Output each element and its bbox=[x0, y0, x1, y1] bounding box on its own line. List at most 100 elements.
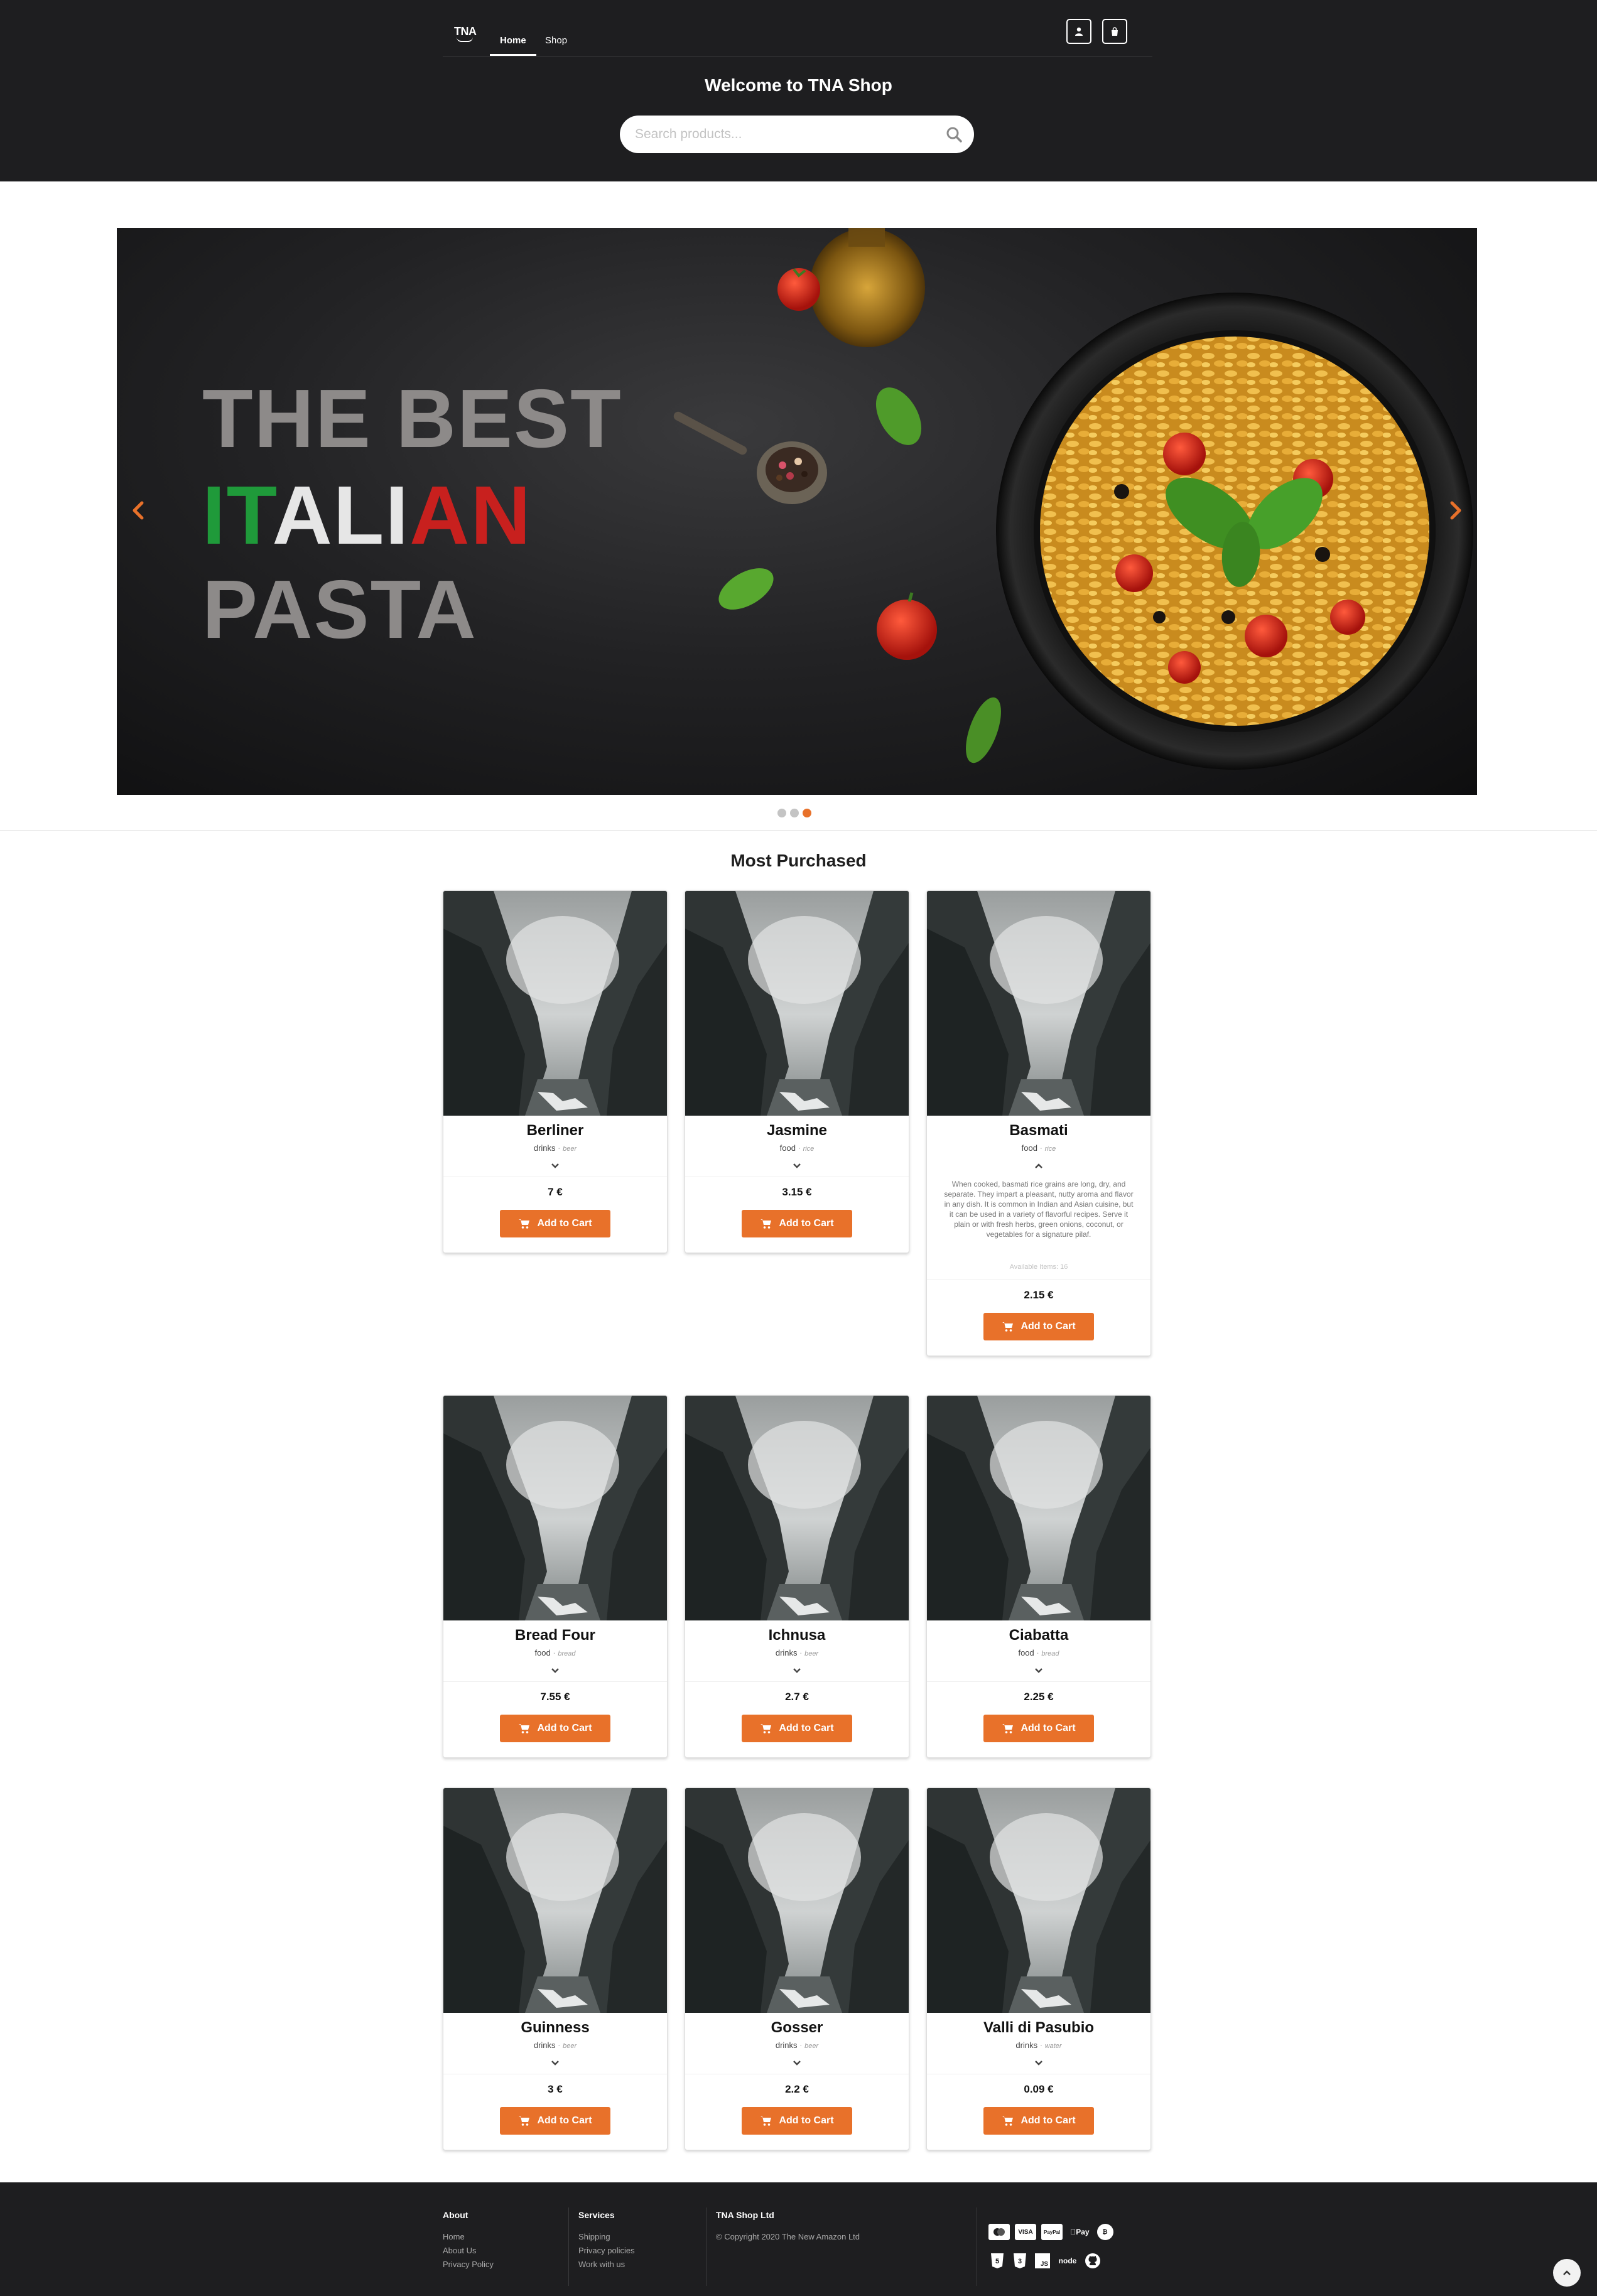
product-category: drinks · beer bbox=[533, 2040, 577, 2050]
carousel-prev-arrow-icon[interactable] bbox=[129, 498, 148, 523]
product-image[interactable] bbox=[927, 1396, 1151, 1620]
product-name[interactable]: Bread Four bbox=[443, 1627, 667, 1644]
product-name[interactable]: Valli di Pasubio bbox=[927, 2019, 1150, 2037]
cart-button[interactable] bbox=[1102, 19, 1127, 44]
chevron-down-icon[interactable] bbox=[1032, 1666, 1045, 1675]
search-input[interactable] bbox=[635, 123, 930, 146]
product-image[interactable] bbox=[685, 1788, 909, 2013]
payment-methods: VISA PayPal Pay ₿ bbox=[988, 2224, 1113, 2240]
product-category: drinks · beer bbox=[775, 1648, 819, 1657]
product-card: Jasmine food · rice 3.15 € Add to Cart bbox=[685, 890, 909, 1253]
product-name[interactable]: Gosser bbox=[685, 2019, 909, 2037]
cart-icon bbox=[519, 2116, 530, 2126]
footer-link-work-with-us[interactable]: Work with us bbox=[578, 2258, 635, 2272]
product-name[interactable]: Ciabatta bbox=[927, 1627, 1150, 1644]
add-to-cart-button[interactable]: Add to Cart bbox=[983, 1715, 1094, 1742]
product-category: food · bread bbox=[534, 1648, 576, 1657]
carousel-dot-2[interactable] bbox=[790, 809, 799, 817]
apple-pay-icon: Pay bbox=[1070, 2228, 1089, 2236]
scroll-to-top-button[interactable] bbox=[1553, 2259, 1581, 2287]
footer-divider bbox=[568, 2207, 569, 2286]
footer-services: Services Shipping Privacy policies Work … bbox=[578, 2210, 635, 2272]
add-to-cart-button[interactable]: Add to Cart bbox=[500, 1210, 610, 1237]
footer-link-privacy-policies[interactable]: Privacy policies bbox=[578, 2244, 635, 2258]
product-image[interactable] bbox=[927, 891, 1151, 1116]
available-items: Available Items: 16 bbox=[1009, 1263, 1068, 1271]
logo[interactable]: TNA bbox=[454, 25, 477, 42]
carousel-dot-1[interactable] bbox=[777, 809, 786, 817]
product-card: Berliner drinks · beer 7 € Add to Cart bbox=[443, 890, 668, 1253]
search-icon[interactable] bbox=[945, 126, 963, 143]
product-name[interactable]: Ichnusa bbox=[685, 1627, 909, 1644]
product-image[interactable] bbox=[443, 1788, 668, 2013]
product-category: food · bread bbox=[1018, 1648, 1059, 1657]
product-price: 2.25 € bbox=[1024, 1691, 1054, 1703]
product-price: 7.55 € bbox=[540, 1691, 570, 1703]
visa-icon: VISA bbox=[1015, 2224, 1036, 2240]
paypal-icon: PayPal bbox=[1041, 2224, 1063, 2240]
product-category: food · rice bbox=[779, 1143, 815, 1153]
product-name[interactable]: Jasmine bbox=[685, 1122, 909, 1140]
add-to-cart-button[interactable]: Add to Cart bbox=[500, 1715, 610, 1742]
cart-icon bbox=[519, 1219, 530, 1229]
add-to-cart-button[interactable]: Add to Cart bbox=[983, 1313, 1094, 1340]
svg-text:JS: JS bbox=[1041, 2261, 1049, 2268]
hero-line-1: THE BEST bbox=[202, 372, 622, 465]
tab-shop[interactable]: Shop bbox=[545, 35, 567, 46]
section-title: Most Purchased bbox=[730, 851, 867, 870]
footer-company: TNA Shop Ltd © Copyright 2020 The New Am… bbox=[716, 2210, 860, 2244]
add-to-cart-button[interactable]: Add to Cart bbox=[742, 1715, 852, 1742]
js-icon: JS bbox=[1034, 2251, 1051, 2270]
chevron-down-icon[interactable] bbox=[549, 1666, 561, 1675]
chevron-down-icon[interactable] bbox=[791, 1161, 803, 1170]
product-price: 3.15 € bbox=[782, 1186, 812, 1198]
product-category: drinks · beer bbox=[775, 2040, 819, 2050]
hero-carousel: THE BEST ITALIAN PASTA bbox=[117, 228, 1477, 795]
shopping-bag-icon bbox=[1112, 27, 1118, 36]
product-name[interactable]: Basmati bbox=[927, 1122, 1150, 1140]
carousel-dot-3[interactable] bbox=[803, 809, 811, 817]
product-name[interactable]: Guinness bbox=[443, 2019, 667, 2037]
carousel-next-arrow-icon[interactable] bbox=[1446, 498, 1464, 523]
footer-link-about-us[interactable]: About Us bbox=[443, 2244, 494, 2258]
product-price: 2.7 € bbox=[785, 1691, 809, 1703]
add-to-cart-button[interactable]: Add to Cart bbox=[742, 1210, 852, 1237]
product-card: Ciabatta food · bread 2.25 € Add to Cart bbox=[926, 1395, 1151, 1758]
chevron-down-icon[interactable] bbox=[549, 1161, 561, 1170]
account-button[interactable] bbox=[1066, 19, 1091, 44]
product-image[interactable] bbox=[685, 1396, 909, 1620]
add-to-cart-button[interactable]: Add to Cart bbox=[500, 2107, 610, 2135]
add-to-cart-button[interactable]: Add to Cart bbox=[983, 2107, 1094, 2135]
footer-about: About Home About Us Privacy Policy bbox=[443, 2210, 494, 2272]
add-to-cart-button[interactable]: Add to Cart bbox=[742, 2107, 852, 2135]
chevron-down-icon[interactable] bbox=[791, 1666, 803, 1675]
product-image[interactable] bbox=[685, 891, 909, 1116]
product-image[interactable] bbox=[927, 1788, 1151, 2013]
cart-icon bbox=[761, 1724, 772, 1733]
product-image[interactable] bbox=[443, 1396, 668, 1620]
product-category: drinks · water bbox=[1015, 2040, 1062, 2050]
chevron-up-icon[interactable] bbox=[1032, 1161, 1045, 1170]
footer-link-shipping[interactable]: Shipping bbox=[578, 2230, 635, 2244]
chevron-down-icon[interactable] bbox=[791, 2059, 803, 2067]
product-card: Ichnusa drinks · beer 2.7 € Add to Cart bbox=[685, 1395, 909, 1758]
product-card: Bread Four food · bread 7.55 € Add to Ca… bbox=[443, 1395, 668, 1758]
tab-home[interactable]: Home bbox=[490, 35, 536, 56]
html5-icon: 5 bbox=[988, 2251, 1006, 2270]
cart-icon bbox=[761, 2116, 772, 2126]
site-header: TNA Home Shop Welcome to TNA Shop bbox=[0, 0, 1597, 181]
footer-link-privacy-policy[interactable]: Privacy Policy bbox=[443, 2258, 494, 2272]
footer-company-title: TNA Shop Ltd bbox=[716, 2210, 774, 2220]
top-nav: TNA Home Shop bbox=[443, 18, 1152, 57]
footer-services-title: Services bbox=[578, 2210, 615, 2220]
card-divider bbox=[685, 1681, 909, 1682]
product-name[interactable]: Berliner bbox=[443, 1122, 667, 1140]
product-category: drinks · beer bbox=[533, 1143, 577, 1153]
chevron-down-icon[interactable] bbox=[549, 2059, 561, 2067]
cart-icon bbox=[519, 1724, 530, 1733]
chevron-down-icon[interactable] bbox=[1032, 2059, 1045, 2067]
carousel-indicators bbox=[777, 809, 811, 817]
product-image[interactable] bbox=[443, 891, 668, 1116]
product-card-expanded: Basmati food · rice When cooked, basmati… bbox=[926, 890, 1151, 1356]
footer-link-home[interactable]: Home bbox=[443, 2230, 494, 2244]
